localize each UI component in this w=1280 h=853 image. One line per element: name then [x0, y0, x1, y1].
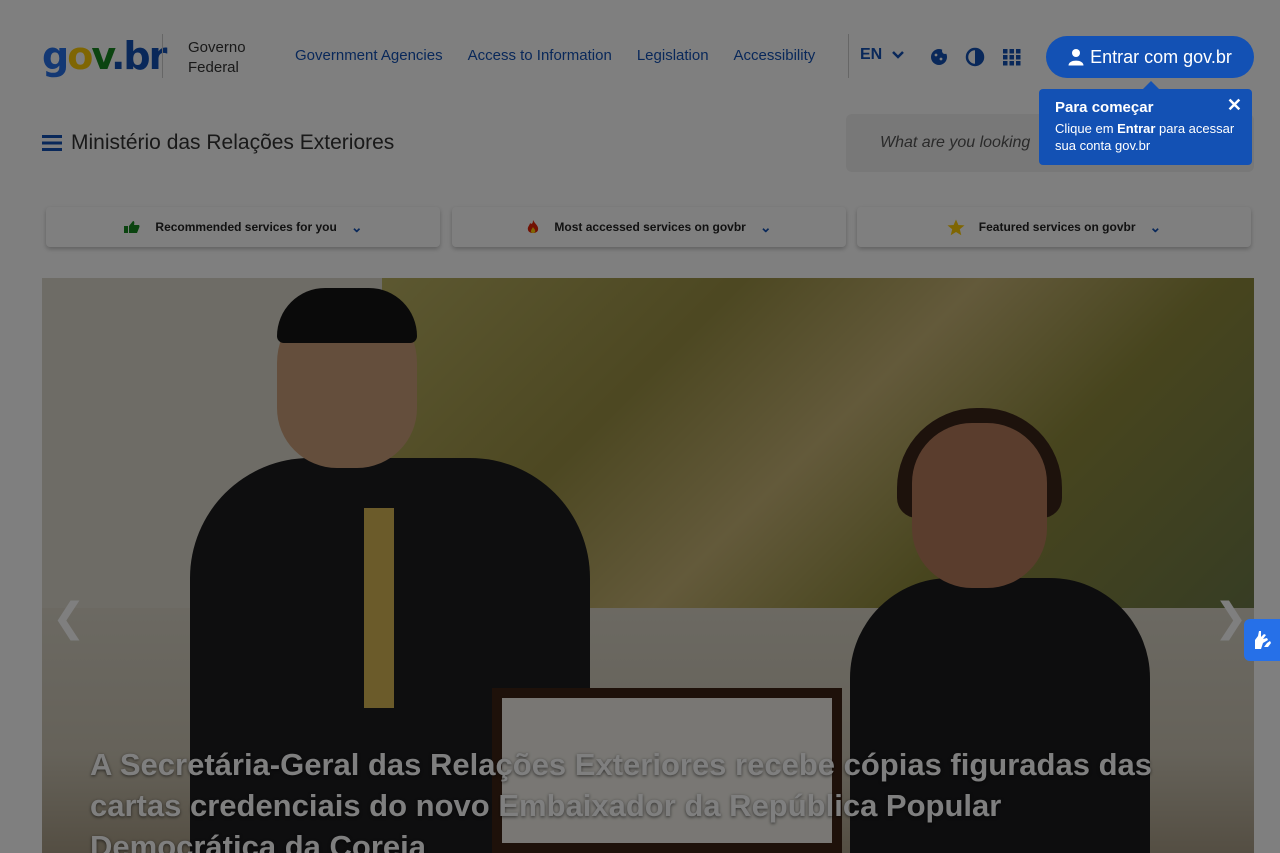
tooltip-body-bold: Entrar — [1117, 121, 1156, 136]
login-button-label: Entrar com gov.br — [1090, 46, 1232, 67]
login-tooltip: Para começar Clique em Entrar para acess… — [1039, 81, 1252, 165]
close-icon[interactable]: ✕ — [1227, 95, 1242, 116]
sign-language-hands-icon — [1255, 631, 1271, 649]
tooltip-title: Para começar — [1055, 99, 1154, 116]
tooltip-body: Clique em Entrar para acessar sua conta … — [1055, 120, 1236, 154]
tooltip-body-prefix: Clique em — [1055, 121, 1118, 136]
user-icon — [1068, 49, 1084, 66]
vlibras-widget[interactable] — [1244, 619, 1280, 661]
login-button[interactable]: Entrar com gov.br — [1046, 36, 1254, 78]
